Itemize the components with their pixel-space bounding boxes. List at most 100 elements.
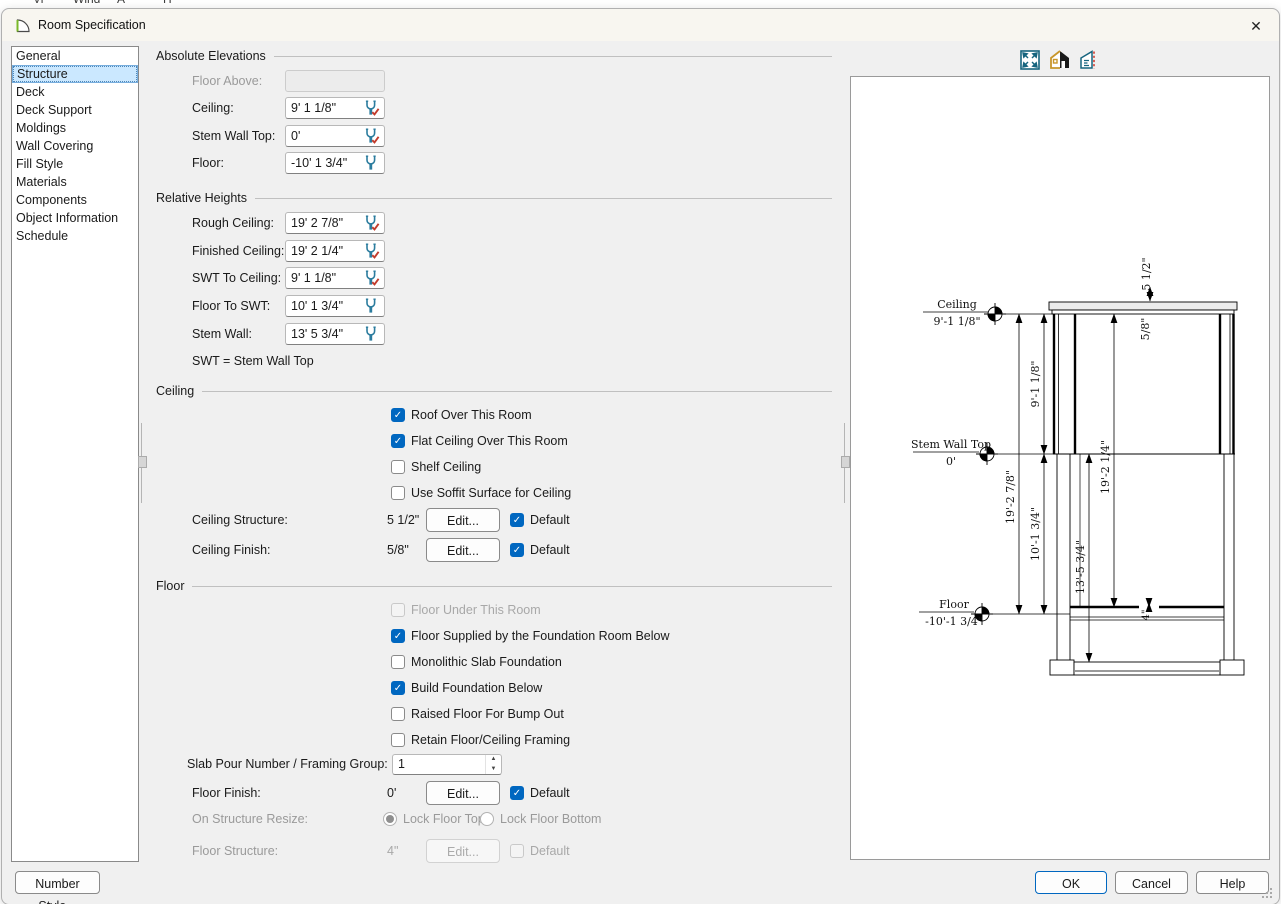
spin-down-icon[interactable]: ▼ [486,765,501,775]
floor-field[interactable]: -10' 1 3/4" [285,152,385,174]
sidebar-item-general[interactable]: General [12,47,138,65]
checkbox-box [391,733,405,747]
use-soffit-surface-checkbox[interactable]: Use Soffit Surface for Ceiling [391,485,571,501]
retain-floor-ceiling-framing-checkbox[interactable]: Retain Floor/Ceiling Framing [391,732,570,748]
swt-note: SWT = Stem Wall Top [192,354,314,368]
datum-ceiling-value: 9'-1 1/8" [934,315,981,328]
monolithic-slab-foundation-checkbox[interactable]: Monolithic Slab Foundation [391,654,562,670]
sidebar-item-moldings[interactable]: Moldings [12,119,138,137]
rough-ceiling-field[interactable]: 19' 2 7/8" [285,212,385,234]
group-relative-heights: Relative Heights [156,190,832,206]
datum-ceiling-name: Ceiling [937,298,977,311]
wrench-modified-icon[interactable] [358,213,384,233]
checkbox-box [391,460,405,474]
menu-fragment: Vi [33,0,43,6]
lock-floor-top-label: Lock Floor Top [403,810,485,828]
ceiling-finish-default-checkbox[interactable]: ✓Default [510,542,570,558]
sidebar-item-wall-covering[interactable]: Wall Covering [12,137,138,155]
sidebar-item-deck[interactable]: Deck [12,83,138,101]
dialog-titlebar[interactable]: Room Specification ✕ [2,9,1279,41]
wrench-default-icon[interactable] [358,296,384,316]
wrench-modified-icon[interactable] [358,241,384,261]
swt-to-ceiling-field[interactable]: 9' 1 1/8" [285,267,385,289]
group-ceiling: Ceiling [156,383,832,399]
checkbox-box [391,655,405,669]
splitter-grip[interactable] [138,456,147,468]
floor-finish-edit-button[interactable]: Edit... [426,781,500,805]
section-view-icon[interactable] [1077,48,1101,72]
ok-button[interactable]: OK [1035,871,1107,894]
number-style-button[interactable]: Number Style... [15,871,100,894]
datum-swt-value: 0' [946,455,956,468]
group-rule [202,391,832,392]
lock-floor-top-radio [383,812,397,826]
group-title: Floor [156,579,184,593]
floor-structure-edit-button: Edit... [426,839,500,863]
dim-swt-to-ceiling: 9'-1 1/8" [1029,361,1042,408]
wrench-modified-icon[interactable] [358,126,384,146]
stem-wall-top-field[interactable]: 0' [285,125,385,147]
group-absolute-elevations: Absolute Elevations [156,48,832,64]
slab-pour-number-stepper[interactable]: 1 ▲ ▼ [392,754,502,775]
right-pane-splitter[interactable] [844,423,845,503]
resize-grip[interactable] [1262,888,1272,898]
shelf-ceiling-checkbox[interactable]: Shelf Ceiling [391,459,481,475]
datum-markers [971,303,1006,625]
dim-ceiling-structure: 5 1/2" [1140,257,1153,290]
sidebar-item-schedule[interactable]: Schedule [12,227,138,245]
floor-above-field [285,70,385,92]
left-pane-splitter[interactable] [141,423,142,503]
wrench-default-icon[interactable] [358,324,384,344]
ceiling-field[interactable]: 9' 1 1/8" [285,97,385,119]
checkbox-box [510,844,524,858]
build-foundation-below-checkbox[interactable]: ✓Build Foundation Below [391,680,542,696]
group-title: Absolute Elevations [156,49,266,63]
sidebar-item-components[interactable]: Components [12,191,138,209]
help-button[interactable]: Help [1196,871,1269,894]
spin-up-icon[interactable]: ▲ [486,755,501,765]
sidebar-item-materials[interactable]: Materials [12,173,138,191]
room-specification-dialog: Room Specification ✕ General Structure D… [1,8,1280,904]
wrench-modified-icon[interactable] [358,98,384,118]
close-icon[interactable]: ✕ [1246,16,1266,36]
sidebar-item-fill-style[interactable]: Fill Style [12,155,138,173]
finished-ceiling-label: Finished Ceiling: [192,240,284,262]
stem-wall-field[interactable]: 13' 5 3/4" [285,323,385,345]
floor-to-swt-label: Floor To SWT: [192,295,270,317]
floor-finish-default-checkbox[interactable]: ✓Default [510,785,570,801]
floor-structure-label: Floor Structure: [192,839,278,863]
splitter-grip[interactable] [841,456,850,468]
fill-window-icon[interactable] [1018,48,1042,72]
ceiling-structure-edit-button[interactable]: Edit... [426,508,500,532]
ceiling-structure-default-checkbox[interactable]: ✓Default [510,512,570,528]
sidebar-item-deck-support[interactable]: Deck Support [12,101,138,119]
color-toggle-house-icon[interactable] [1048,48,1072,72]
on-structure-resize-label: On Structure Resize: [192,810,308,828]
floor-to-swt-field[interactable]: 10' 1 3/4" [285,295,385,317]
ceiling-finish-edit-button[interactable]: Edit... [426,538,500,562]
stem-wall-top-label: Stem Wall Top: [192,125,275,147]
dim-ceiling-finish: 5/8" [1139,318,1152,341]
dim-floor-to-swt: 10'-1 3/4" [1029,507,1042,561]
finished-ceiling-field[interactable]: 19' 2 1/4" [285,240,385,262]
roof-over-this-room-checkbox[interactable]: ✓Roof Over This Room [391,407,532,423]
raised-floor-bump-out-checkbox[interactable]: Raised Floor For Bump Out [391,706,564,722]
floor-structure-value: 4" [387,839,398,863]
floor-supplied-foundation-checkbox[interactable]: ✓Floor Supplied by the Foundation Room B… [391,628,669,644]
lock-floor-bottom-radio [480,812,494,826]
flat-ceiling-over-this-room-checkbox[interactable]: ✓Flat Ceiling Over This Room [391,433,568,449]
checkbox-box: ✓ [391,629,405,643]
menu-fragment: A [117,0,125,6]
wrench-modified-icon[interactable] [358,268,384,288]
room-tool-icon [14,17,31,34]
datum-floor-value: -10'-1 3/4" [925,615,983,628]
rough-ceiling-label: Rough Ceiling: [192,212,274,234]
slab-pour-number-label: Slab Pour Number / Framing Group: [187,754,388,775]
cancel-button[interactable]: Cancel [1115,871,1188,894]
group-title: Ceiling [156,384,194,398]
sidebar-item-object-information[interactable]: Object Information [12,209,138,227]
checkbox-box: ✓ [510,786,524,800]
checkbox-box: ✓ [510,543,524,557]
sidebar-item-structure[interactable]: Structure [12,65,138,83]
wrench-default-icon[interactable] [358,153,384,173]
